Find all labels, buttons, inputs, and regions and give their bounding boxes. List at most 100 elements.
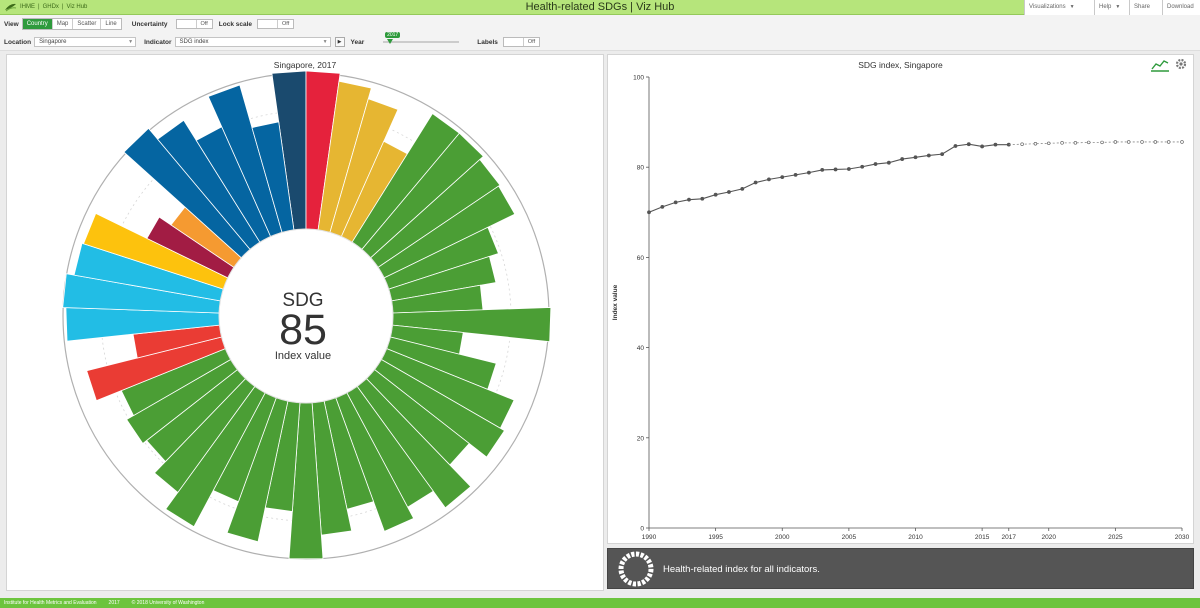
x-tick-label: 2000 bbox=[775, 534, 790, 541]
toggle-knob bbox=[258, 20, 279, 28]
lock-scale-toggle[interactable]: Off bbox=[257, 19, 295, 29]
labels-toggle[interactable]: Off bbox=[502, 37, 541, 47]
ihme-logo-icon bbox=[5, 3, 17, 12]
toolbar-row-2: Location Singapore ▼ Indicator SDG index… bbox=[4, 32, 546, 49]
y-tick-label: 20 bbox=[637, 435, 645, 442]
forecast-point[interactable] bbox=[1073, 141, 1078, 145]
estimate-point[interactable] bbox=[700, 196, 705, 201]
estimate-point[interactable] bbox=[647, 210, 651, 215]
radial-title: Singapore, 2017 bbox=[273, 60, 337, 70]
x-tick-label: 2030 bbox=[1175, 534, 1190, 541]
sdg-wheel-icon bbox=[618, 551, 654, 587]
center-value: 85 bbox=[279, 306, 327, 354]
estimate-point[interactable] bbox=[860, 164, 865, 169]
menu-help[interactable]: Help ▼ bbox=[1094, 0, 1129, 15]
x-tick-label: 2025 bbox=[1108, 534, 1123, 541]
estimate-point[interactable] bbox=[913, 155, 918, 160]
estimate-point[interactable] bbox=[793, 172, 798, 177]
year-slider[interactable]: 2017 bbox=[383, 32, 460, 44]
labels-label: Labels bbox=[477, 38, 498, 46]
view-tab-country[interactable]: Country bbox=[22, 19, 53, 29]
estimate-point[interactable] bbox=[993, 142, 998, 147]
estimate-point[interactable] bbox=[886, 160, 891, 165]
y-tick-label: 0 bbox=[640, 526, 644, 533]
forecast-point[interactable] bbox=[1166, 140, 1171, 144]
estimate-point[interactable] bbox=[926, 153, 931, 158]
menu-label: Download bbox=[1167, 4, 1194, 10]
estimate-point[interactable] bbox=[753, 180, 758, 185]
brand-link-ihme[interactable]: IHME bbox=[20, 4, 35, 10]
view-switch: Country Map Scatter Line bbox=[21, 18, 122, 30]
estimate-point[interactable] bbox=[740, 186, 745, 191]
estimate-point[interactable] bbox=[727, 190, 731, 194]
estimate-point[interactable] bbox=[873, 162, 878, 166]
menu-download[interactable]: Download bbox=[1162, 0, 1200, 15]
x-tick-label: 2020 bbox=[1042, 534, 1057, 541]
menu-visualizations[interactable]: Visualizations ▼ bbox=[1024, 0, 1094, 15]
play-icon[interactable]: ▶ bbox=[334, 37, 345, 47]
estimate-point[interactable] bbox=[900, 157, 905, 161]
x-tick-label: 1995 bbox=[708, 534, 723, 541]
y-tick-label: 100 bbox=[633, 75, 644, 82]
chart-tools bbox=[1151, 58, 1187, 72]
brand-link-vizhub[interactable]: Viz Hub bbox=[66, 4, 87, 10]
estimate-point[interactable] bbox=[713, 192, 718, 197]
estimate-point[interactable] bbox=[767, 177, 771, 182]
chevron-down-icon: ▼ bbox=[128, 39, 134, 45]
estimate-point[interactable] bbox=[980, 144, 985, 149]
indicator-select[interactable]: SDG index ▼ bbox=[174, 37, 331, 47]
estimate-line bbox=[648, 143, 1009, 213]
estimate-point[interactable] bbox=[940, 152, 945, 157]
caret-down-icon: ▼ bbox=[1115, 4, 1121, 10]
forecast-point[interactable] bbox=[1100, 140, 1104, 145]
menu-share[interactable]: Share bbox=[1129, 0, 1162, 15]
toolbar-row-1: View Country Map Scatter Line Uncertaint… bbox=[4, 17, 300, 31]
estimate-point[interactable] bbox=[660, 204, 665, 209]
x-tick-label: 2017 bbox=[1002, 534, 1017, 541]
estimate-point[interactable] bbox=[687, 197, 691, 202]
estimate-point[interactable] bbox=[966, 142, 971, 147]
estimate-point[interactable] bbox=[953, 144, 958, 148]
forecast-point[interactable] bbox=[1020, 142, 1024, 146]
info-bar: Health-related index for all indicators. bbox=[607, 548, 1194, 589]
menu-label: Share bbox=[1134, 4, 1151, 10]
estimate-point[interactable] bbox=[846, 167, 851, 171]
view-label: View bbox=[4, 20, 19, 28]
chart-title: SDG index, Singapore bbox=[858, 60, 943, 70]
brand: IHME | GHDx | Viz Hub bbox=[4, 2, 87, 12]
view-tab-line[interactable]: Line bbox=[101, 19, 120, 29]
view-tab-scatter[interactable]: Scatter bbox=[73, 19, 102, 29]
forecast-point[interactable] bbox=[1060, 141, 1064, 145]
info-text: Health-related index for all indicators. bbox=[663, 564, 820, 575]
year-badge: 2017 bbox=[385, 32, 401, 38]
line-chart-icon[interactable] bbox=[1151, 58, 1169, 72]
forecast-point[interactable] bbox=[1126, 140, 1131, 144]
estimate-point[interactable] bbox=[673, 200, 678, 205]
view-tab-map[interactable]: Map bbox=[53, 19, 74, 29]
forecast-point[interactable] bbox=[1087, 140, 1091, 145]
forecast-point[interactable] bbox=[1140, 140, 1144, 144]
location-select[interactable]: Singapore ▼ bbox=[34, 37, 137, 47]
toggle-state: Off bbox=[282, 21, 290, 27]
forecast-point[interactable] bbox=[1180, 140, 1184, 144]
gear-icon[interactable] bbox=[1175, 58, 1187, 70]
year-label: Year bbox=[350, 38, 365, 46]
menu-label: Help bbox=[1099, 4, 1112, 10]
estimate-point[interactable] bbox=[780, 175, 785, 180]
brand-link-ghdx[interactable]: GHDx bbox=[43, 4, 59, 10]
forecast-point[interactable] bbox=[1113, 140, 1118, 144]
indicator-value: SDG index bbox=[179, 39, 209, 45]
location-value: Singapore bbox=[39, 39, 67, 45]
estimate-point[interactable] bbox=[806, 170, 811, 175]
footer: Institute for Health Metrics and Evaluat… bbox=[0, 598, 1200, 608]
y-tick-label: 60 bbox=[637, 255, 645, 262]
estimate-point[interactable] bbox=[833, 167, 838, 172]
forecast-point[interactable] bbox=[1153, 140, 1158, 144]
uncertainty-toggle[interactable]: Off bbox=[175, 19, 213, 29]
forecast-point[interactable] bbox=[1033, 142, 1038, 146]
trend-panel: SDG index, Singapore 0 20 40 60 80 100 1990 199… bbox=[607, 54, 1194, 544]
forecast-point[interactable] bbox=[1047, 141, 1051, 145]
y-axis-label: Index value bbox=[612, 284, 619, 320]
slider-handle[interactable] bbox=[387, 39, 394, 44]
estimate-point[interactable] bbox=[820, 168, 825, 172]
